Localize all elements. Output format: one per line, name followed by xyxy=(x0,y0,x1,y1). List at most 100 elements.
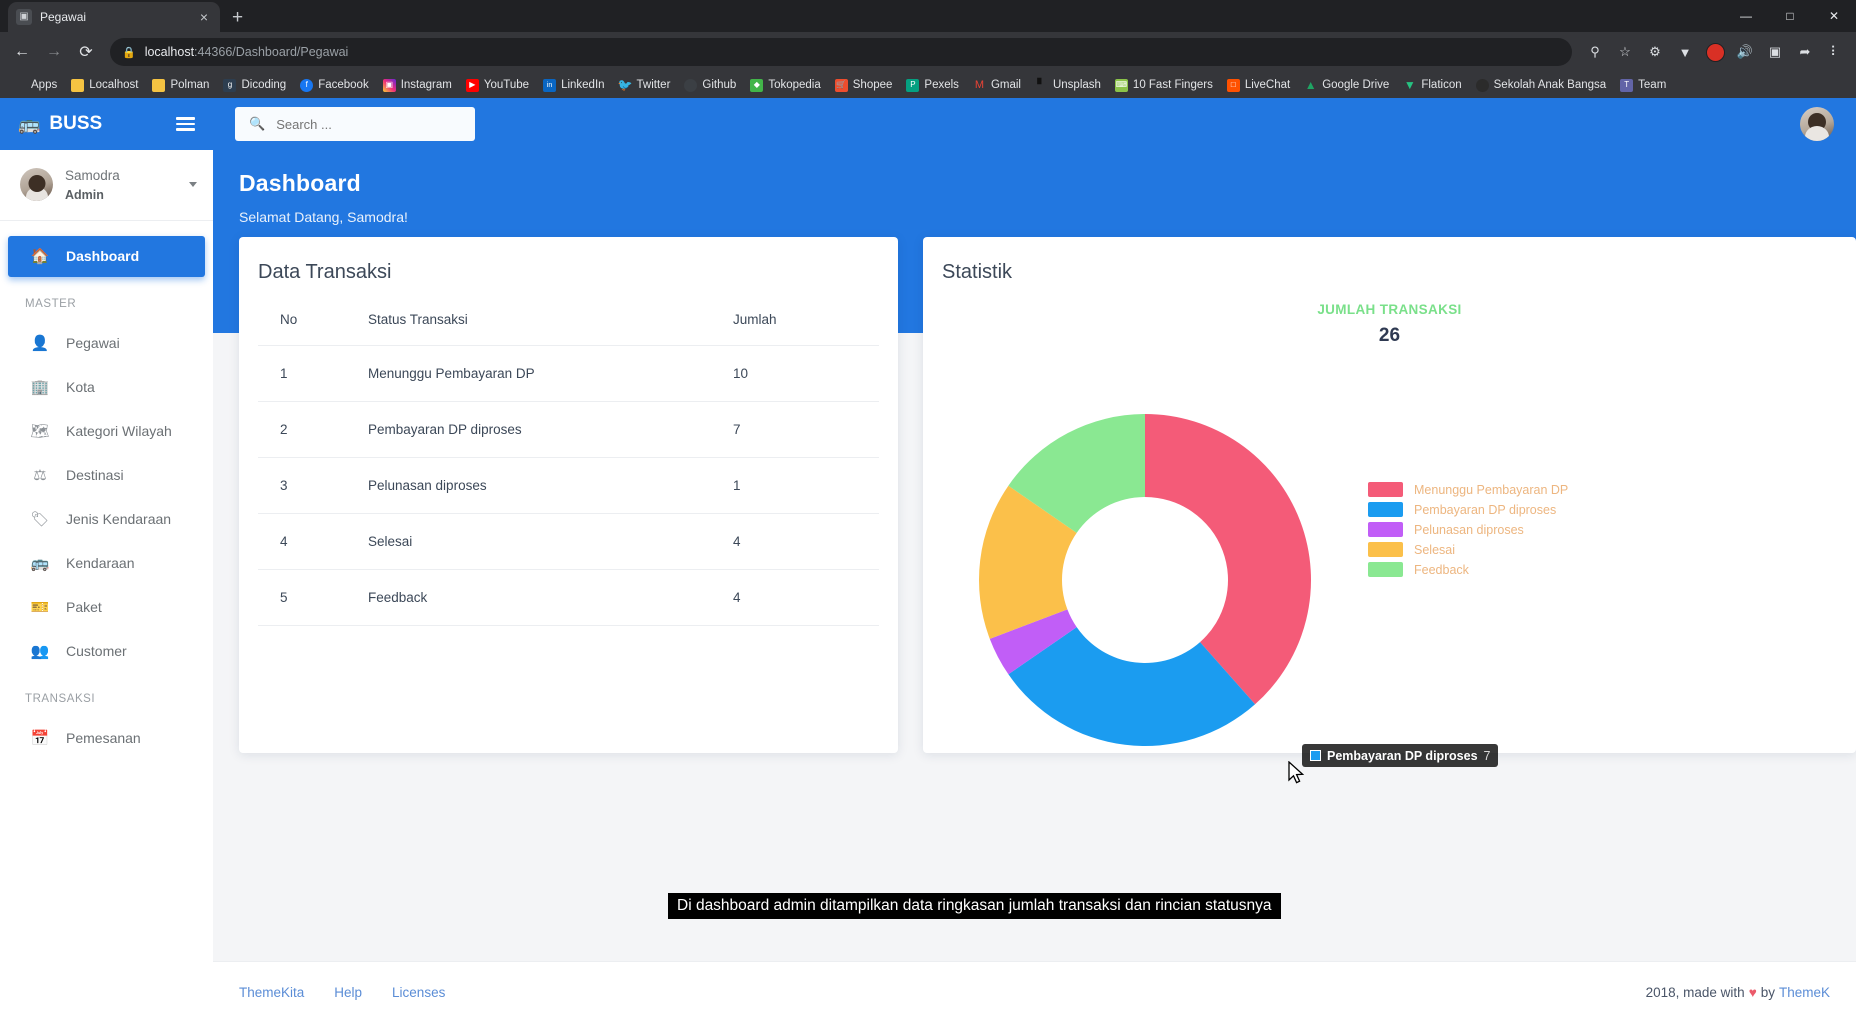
bookmark-label: Localhost xyxy=(89,79,139,91)
legend-swatch xyxy=(1368,542,1403,557)
legend-label: Menunggu Pembayaran DP xyxy=(1414,482,1569,497)
sidebar-item-jenis-kendaraan[interactable]: 🏷 Jenis Kendaraan xyxy=(8,499,205,540)
mute-icon[interactable]: 🔊 xyxy=(1732,39,1758,65)
bookmark-polman[interactable]: Polman xyxy=(145,74,216,96)
apps-grid-icon xyxy=(13,79,26,92)
search-input[interactable] xyxy=(276,116,461,132)
sidebar-item-paket[interactable]: 🎫 Paket xyxy=(8,587,205,628)
search-box[interactable]: 🔍 xyxy=(235,107,475,141)
bookmark-tokopedia[interactable]: ◆ Tokopedia xyxy=(743,74,827,96)
bookmark-linkedin[interactable]: in LinkedIn xyxy=(536,74,611,96)
legend-item[interactable]: Pembayaran DP diproses xyxy=(1368,502,1568,517)
bookmark-label: Gmail xyxy=(990,79,1021,91)
new-tab-button[interactable]: + xyxy=(232,7,243,29)
footer-link-themekita[interactable]: ThemeKita xyxy=(239,985,304,1000)
sidebar-item-kendaraan[interactable]: 🚌 Kendaraan xyxy=(8,543,205,584)
tab-close-icon[interactable]: × xyxy=(196,9,212,25)
footer-brand-link[interactable]: ThemeK xyxy=(1779,985,1830,1000)
bookmark-label: Tokopedia xyxy=(768,79,821,91)
bookmark-localhost[interactable]: Localhost xyxy=(64,74,145,96)
brand[interactable]: 🚌 BUSS xyxy=(18,113,102,135)
sidebar-item-label: Pemesanan xyxy=(66,730,141,747)
bookmark-flaticon[interactable]: ▼ Flaticon xyxy=(1396,74,1468,96)
back-icon[interactable]: ← xyxy=(8,38,36,66)
hamburger-icon[interactable] xyxy=(176,117,195,131)
footer-link-licenses[interactable]: Licenses xyxy=(392,985,445,1000)
profile-avatar-icon[interactable] xyxy=(1702,39,1728,65)
github-icon xyxy=(684,78,698,92)
copyright-prefix: 2018, made with xyxy=(1645,985,1745,1000)
share-icon[interactable]: ➦ xyxy=(1792,39,1818,65)
sidebar-item-pegawai[interactable]: 👤 Pegawai xyxy=(8,323,205,364)
bookmark-10-fast-fingers[interactable]: ⌨ 10 Fast Fingers xyxy=(1108,74,1220,96)
vpn-icon[interactable]: ▼ xyxy=(1672,39,1698,65)
legend-item[interactable]: Menunggu Pembayaran DP xyxy=(1368,482,1568,497)
sidebar-item-kota[interactable]: 🏢 Kota xyxy=(8,367,205,408)
donut-chart[interactable] xyxy=(975,405,1315,760)
sidebar-item-kategori-wilayah[interactable]: 🗺 Kategori Wilayah xyxy=(8,411,205,452)
user-icon: 👤 xyxy=(30,335,50,353)
bookmark-livechat[interactable]: □ LiveChat xyxy=(1220,74,1297,96)
star-icon[interactable]: ☆ xyxy=(1612,39,1638,65)
close-window-button[interactable]: ✕ xyxy=(1812,0,1856,32)
bookmark-github[interactable]: Github xyxy=(677,74,743,96)
cell-jumlah: 10 xyxy=(733,345,879,402)
maximize-button[interactable]: □ xyxy=(1768,0,1812,32)
sidebar-brand-bar: 🚌 BUSS xyxy=(0,98,213,150)
bookmark-gmail[interactable]: M Gmail xyxy=(966,74,1028,96)
address-bar[interactable]: 🔒 localhost:44366/Dashboard/Pegawai xyxy=(110,38,1572,66)
sidebar-item-destinasi[interactable]: ⚖ Destinasi xyxy=(8,455,205,496)
reload-icon[interactable]: ⟳ xyxy=(72,38,100,66)
cell-jumlah: 1 xyxy=(733,457,879,514)
bookmark-label: Team xyxy=(1638,79,1667,91)
bookmark-unsplash[interactable]: ▘ Unsplash xyxy=(1028,74,1108,96)
browser-tab[interactable]: ▣ Pegawai × xyxy=(8,2,220,32)
statistik-card: Statistik JUMLAH TRANSAKSI 26 Menunggu P… xyxy=(923,237,1856,753)
calendar-check-icon: 📅 xyxy=(30,730,50,748)
school-icon xyxy=(1475,78,1489,92)
bookmark-shopee[interactable]: 🛒 Shopee xyxy=(828,74,900,96)
bookmark-twitter[interactable]: 🐦 Twitter xyxy=(612,74,678,96)
cast-icon[interactable]: ▣ xyxy=(1762,39,1788,65)
chart-tooltip: Pembayaran DP diproses 7 xyxy=(1302,744,1499,767)
donut-svg[interactable] xyxy=(975,405,1315,755)
page-viewport: 🚌 BUSS Samodra Admin 🏠 Dashboard MASTER … xyxy=(0,98,1856,1023)
url-path: :44366/Dashboard/Pegawai xyxy=(194,45,349,59)
table-row: 2 Pembayaran DP diproses 7 xyxy=(258,401,879,458)
bookmark-team[interactable]: T Team xyxy=(1613,74,1673,96)
lock-icon: 🔒 xyxy=(122,46,136,59)
cell-jumlah: 4 xyxy=(733,569,879,626)
extensions-icon[interactable]: ⚙ xyxy=(1642,39,1668,65)
legend-item[interactable]: Pelunasan diproses xyxy=(1368,522,1568,537)
page-title: Dashboard xyxy=(239,170,361,196)
table-row: 1 Menunggu Pembayaran DP 10 xyxy=(258,345,879,402)
bookmark-pexels[interactable]: P Pexels xyxy=(899,74,966,96)
bookmark-google-drive[interactable]: ▲ Google Drive xyxy=(1297,74,1396,96)
chevron-down-icon[interactable] xyxy=(189,182,197,188)
bookmark-dicoding[interactable]: g Dicoding xyxy=(216,74,293,96)
browser-menu-icon[interactable]: ⠇ xyxy=(1822,39,1848,65)
bookmark-facebook[interactable]: f Facebook xyxy=(293,74,376,96)
bookmark-instagram[interactable]: ▣ Instagram xyxy=(376,74,459,96)
sidebar-item-pemesanan[interactable]: 📅 Pemesanan xyxy=(8,718,205,759)
bookmark-apps[interactable]: Apps xyxy=(6,74,64,96)
topnav-avatar[interactable] xyxy=(1800,107,1834,141)
tag-icon: 🏷 xyxy=(30,511,50,529)
card-title: Data Transaksi xyxy=(258,261,392,283)
legend-item[interactable]: Selesai xyxy=(1368,542,1568,557)
key-icon[interactable]: ⚲ xyxy=(1582,39,1608,65)
forward-icon[interactable]: → xyxy=(40,38,68,66)
folder-icon xyxy=(71,78,85,92)
footer-link-help[interactable]: Help xyxy=(334,985,362,1000)
browser-window: ▣ Pegawai × + — □ ✕ ← → ⟳ 🔒 localhost:44… xyxy=(0,0,1856,1023)
sidebar-user[interactable]: Samodra Admin xyxy=(0,150,213,221)
sidebar-item-customer[interactable]: 👥 Customer xyxy=(8,631,205,672)
minimize-button[interactable]: — xyxy=(1724,0,1768,32)
bookmark-youtube[interactable]: ▶ YouTube xyxy=(459,74,536,96)
legend-item[interactable]: Feedback xyxy=(1368,562,1568,577)
sidebar-item-dashboard[interactable]: 🏠 Dashboard xyxy=(8,235,205,277)
bookmark-sekolah-anak-bangsa[interactable]: Sekolah Anak Bangsa xyxy=(1469,74,1614,96)
sidebar-item-label: Paket xyxy=(66,599,102,616)
sidebar-item-label: Kendaraan xyxy=(66,555,135,572)
cell-no: 3 xyxy=(258,457,368,514)
